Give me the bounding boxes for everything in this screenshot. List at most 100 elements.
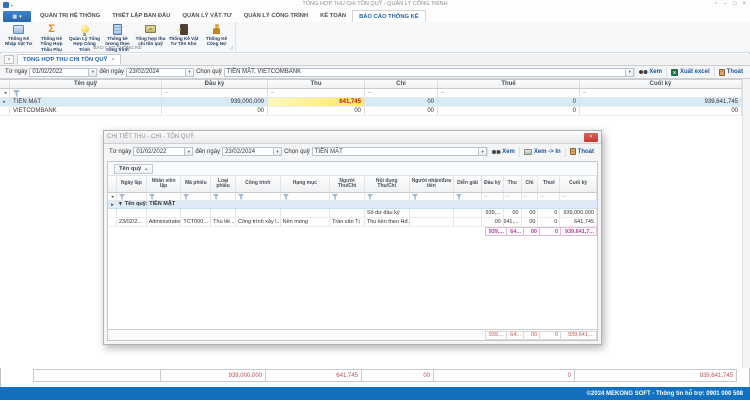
column-header-cuoi-ky[interactable]: Cuối kỳ xyxy=(560,176,597,192)
cell-dau-ky: 00 xyxy=(482,218,504,226)
filter-cell[interactable] xyxy=(410,193,455,200)
column-header-dien-giai[interactable]: Diễn giải xyxy=(454,176,482,192)
tab-close-icon[interactable]: × xyxy=(111,57,114,63)
minimize-button[interactable]: − xyxy=(723,1,727,7)
filter-cell[interactable] xyxy=(365,193,410,200)
app-window: ▾ TỔNG HỢP THU CHI TỒN QUỸ - QUẢN LÝ CÔN… xyxy=(0,0,750,400)
group-by-chip-ten-quy[interactable]: Tên quỹ ▲ xyxy=(114,164,153,174)
exit-door-icon xyxy=(719,69,725,76)
from-date-input[interactable]: 01/02/2022 xyxy=(29,68,89,77)
cell-thu-highlighted[interactable]: 641,745 xyxy=(268,98,365,106)
cell-thue: 0 xyxy=(538,218,560,226)
window-style-button[interactable]: ▫ xyxy=(715,1,717,7)
ribbon-tab-quan-ly-cong-trinh[interactable]: QUẢN LÝ CÔNG TRÌNH xyxy=(238,10,314,22)
printer-icon xyxy=(524,149,532,155)
fund-dropdown-icon[interactable]: ▾ xyxy=(479,147,487,156)
ribbon-tab-quan-ly-vat-tu[interactable]: QUẢN LÝ VẬT TƯ xyxy=(176,10,237,22)
filter-cell[interactable] xyxy=(330,193,365,200)
column-header-cong-trinh[interactable]: Công trình xyxy=(236,176,281,192)
dialog-launcher-icon[interactable]: ◿ xyxy=(230,45,233,51)
column-header-dau-ky[interactable]: Đầu kỳ xyxy=(482,176,504,192)
vertical-scrollbar[interactable] xyxy=(742,79,750,368)
application-menu-button[interactable]: ▦ ▾ xyxy=(3,11,31,22)
dialog-from-date-input[interactable]: 01/02/2022 xyxy=(133,147,185,156)
filter-cell-thu[interactable]: – xyxy=(268,89,365,97)
from-date-dropdown-icon[interactable]: ▾ xyxy=(89,68,97,77)
column-header-noi-dung-thu-chi[interactable]: Nội dung Thu/Chi xyxy=(365,176,410,192)
filter-cell[interactable] xyxy=(181,193,211,200)
filter-cell[interactable] xyxy=(281,193,331,200)
column-header-nguoi-thu-chi[interactable]: Người Thu/Chi xyxy=(330,176,365,192)
fund-dropdown-icon[interactable]: ▾ xyxy=(626,68,634,77)
to-date-dropdown-icon[interactable]: ▾ xyxy=(274,147,282,156)
filter-cell[interactable] xyxy=(147,193,182,200)
chevron-down-icon: ▾ xyxy=(19,14,22,20)
footer-cell-dau-ky: 939,... xyxy=(485,331,507,340)
detail-grid: Tên quỹ ▲ Ngày lập Nhân viên lập Mã phiế… xyxy=(107,161,598,341)
filter-cell[interactable]: – xyxy=(522,193,539,200)
column-header-loai-phieu[interactable]: Loại phiếu xyxy=(211,176,236,192)
dialog-view-button[interactable]: Xem xyxy=(487,147,519,157)
ribbon-tab-thiet-lap-ban-dau[interactable]: THIẾT LẬP BAN ĐẦU xyxy=(106,10,176,22)
group-row-tien-mat[interactable]: ▸ ▾ Tên quỹ: TIỀN MẶT xyxy=(108,201,597,209)
dialog-close-button[interactable]: × xyxy=(584,133,598,142)
table-row-receipt[interactable]: 23/02/2... Administrator TCT000... Thu t… xyxy=(108,218,597,227)
column-header-nhan-vien-lap[interactable]: Nhân viên lập xyxy=(147,176,182,192)
fund-select[interactable]: TIỀN MẶT, VIETCOMBANK xyxy=(224,68,627,77)
column-header-chi[interactable]: Chi xyxy=(522,176,539,192)
table-row-opening-balance[interactable]: Số dư đầu kỳ 939,... 00 00 0 939,000,000 xyxy=(108,209,597,218)
export-excel-button[interactable]: X Xuất excel xyxy=(666,67,714,77)
close-button[interactable]: × xyxy=(742,1,746,7)
filter-cell[interactable] xyxy=(117,193,147,200)
dialog-exit-button[interactable]: Thoát xyxy=(565,147,598,157)
filter-cell[interactable]: – xyxy=(538,193,560,200)
filter-cell-dau-ky[interactable]: – xyxy=(162,89,268,97)
column-header-nguoi-nhan-dua-tien[interactable]: Người nhận/đưa tiền xyxy=(410,176,455,192)
filter-cell[interactable] xyxy=(211,193,236,200)
cell-hang-muc xyxy=(281,209,331,217)
ribbon-tab-bao-cao-thong-ke[interactable]: BÁO CÁO THỐNG KÊ xyxy=(352,10,426,22)
filter-cell[interactable]: – xyxy=(560,193,597,200)
footer-cell-thue: 0 xyxy=(433,369,575,382)
column-header-ma-phieu[interactable]: Mã phiếu xyxy=(181,176,211,192)
column-header-ngay-lap[interactable]: Ngày lập xyxy=(117,176,147,192)
view-button[interactable]: Xem xyxy=(634,67,666,77)
ribbon-tab-quan-tri-he-thong[interactable]: QUẢN TRỊ HỆ THỐNG xyxy=(34,10,106,22)
from-date-dropdown-icon[interactable]: ▾ xyxy=(185,147,193,156)
filter-cell-thue[interactable]: – xyxy=(438,89,580,97)
filter-cell-ten-quy[interactable] xyxy=(10,89,162,97)
dialog-fund-select[interactable]: TIỀN MẶT xyxy=(312,147,479,156)
status-bar: ©2024 MEKONG SOFT - Thông tin hỗ trợ: 09… xyxy=(0,387,750,400)
filter-cell-chi[interactable]: – xyxy=(365,89,438,97)
column-header-thu[interactable]: Thu xyxy=(268,80,365,88)
close-document-button[interactable]: × xyxy=(4,55,14,64)
filter-cell[interactable] xyxy=(236,193,281,200)
to-date-dropdown-icon[interactable]: ▾ xyxy=(186,68,194,77)
dialog-view-print-button[interactable]: Xem -> In xyxy=(519,147,565,157)
notebook-icon xyxy=(111,23,124,35)
dialog-to-date-input[interactable]: 23/02/2024 xyxy=(222,147,274,156)
column-header-chi[interactable]: Chi xyxy=(365,80,438,88)
column-header-thue[interactable]: Thuế xyxy=(538,176,560,192)
ribbon-tab-ke-toan[interactable]: KẾ TOÁN xyxy=(314,10,352,22)
cell-cuoi-ky: 939,641,745 xyxy=(580,98,742,106)
column-header-cuoi-ky[interactable]: Cuối kỳ xyxy=(580,80,742,88)
table-row-vietcombank[interactable]: VIETCOMBANK 00 00 00 0 00 xyxy=(0,107,742,116)
column-header-thu[interactable]: Thu xyxy=(504,176,522,192)
maximize-button[interactable]: □ xyxy=(733,1,737,7)
document-tab-active[interactable]: TỔNG HỢP THU CHI TỒN QUỸ × xyxy=(17,54,121,65)
filter-cell[interactable]: – xyxy=(482,193,504,200)
exit-button[interactable]: Thoát xyxy=(714,67,747,77)
table-row-tien-mat[interactable]: ▸ TIỀN MẶT 939,000,000 641,745 00 0 939,… xyxy=(0,98,742,107)
column-header-hang-muc[interactable]: Hạng mục xyxy=(281,176,331,192)
group-expand-icon[interactable]: ▾ xyxy=(119,201,122,208)
filter-cell[interactable]: – xyxy=(504,193,522,200)
filter-cell-cuoi-ky[interactable]: – xyxy=(580,89,742,97)
to-date-input[interactable]: 23/02/2024 xyxy=(126,68,186,77)
filter-cell[interactable] xyxy=(454,193,482,200)
cell-nhan-vien: Administrator xyxy=(147,218,182,226)
column-header-dau-ky[interactable]: Đầu kỳ xyxy=(162,80,268,88)
column-header-thue[interactable]: Thuế xyxy=(438,80,580,88)
column-header-ten-quy[interactable]: Tên quỹ xyxy=(10,80,162,88)
detail-grid-filter-row: ▸ – – – – – xyxy=(108,193,597,201)
